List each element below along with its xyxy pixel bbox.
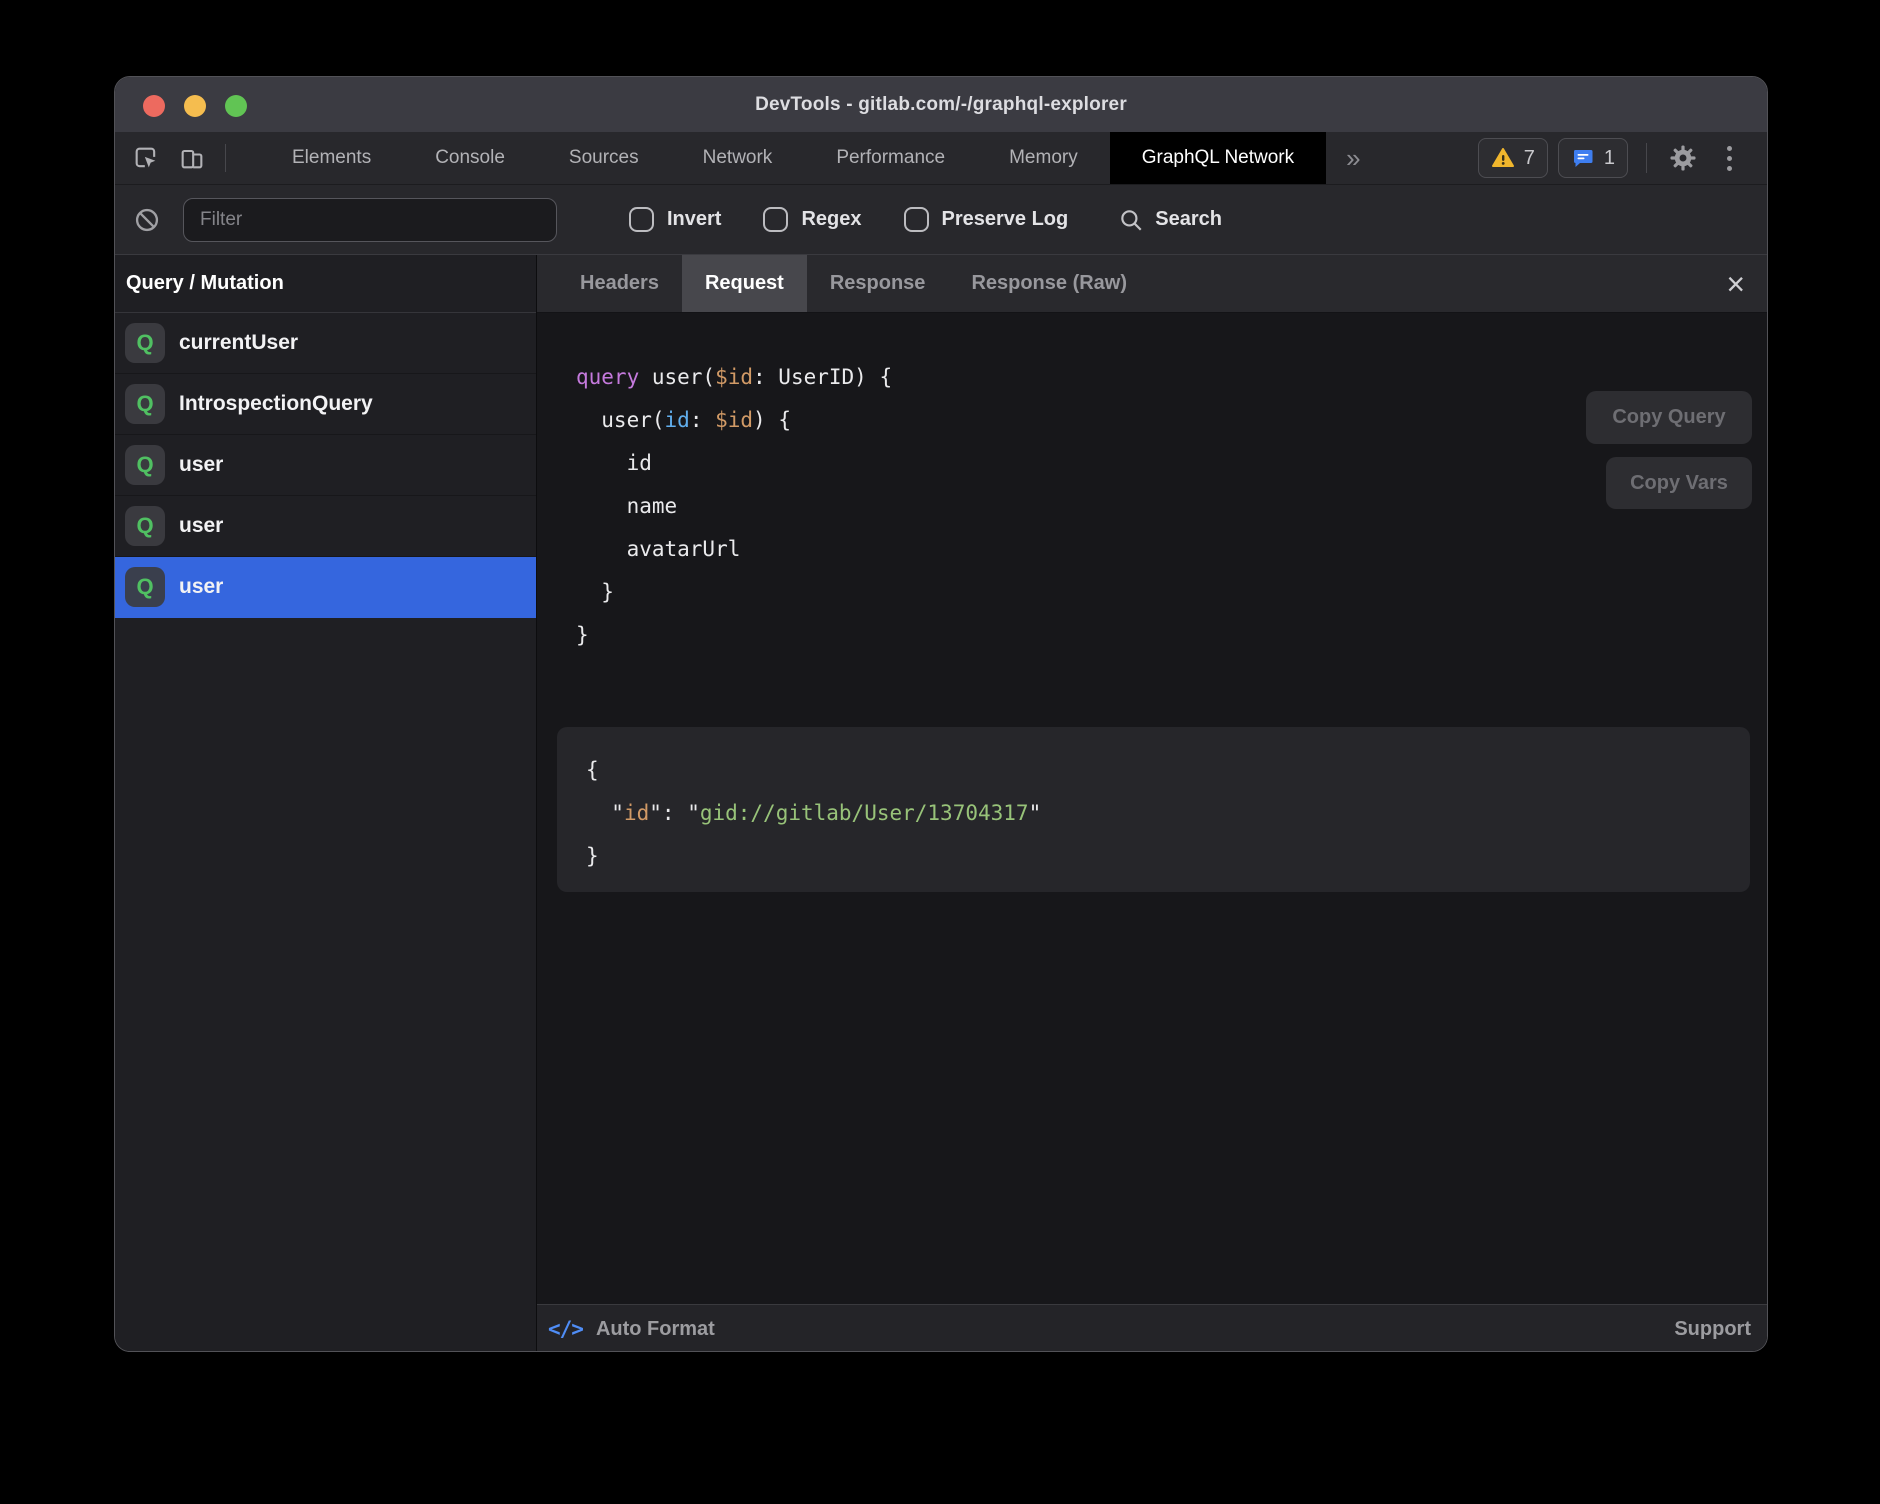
- checkbox-label: Regex: [801, 208, 861, 231]
- devtools-tabs: ElementsConsoleSourcesNetworkPerformance…: [260, 132, 1326, 184]
- preserve-log-checkbox[interactable]: [904, 207, 929, 232]
- filter-input[interactable]: [183, 198, 557, 242]
- checkbox-group-preserve-log[interactable]: Preserve Log: [904, 207, 1069, 232]
- query-code-line: avatarUrl: [576, 528, 1767, 571]
- detail-tab-bar: HeadersRequestResponseResponse (Raw) ×: [537, 255, 1767, 313]
- toolbar-right-group: 7 1: [1478, 138, 1747, 178]
- variables-code-line: "id": "gid://gitlab/User/13704317": [586, 792, 1750, 835]
- sidebar-header: Query / Mutation: [115, 255, 536, 313]
- inspect-element-icon[interactable]: [131, 143, 161, 173]
- query-code-line: id: [576, 442, 1767, 485]
- query-code-line: }: [576, 571, 1767, 614]
- copy-query-button[interactable]: Copy Query: [1586, 391, 1752, 444]
- query-code-line: }: [576, 614, 1767, 657]
- list-item-currentUser[interactable]: QcurrentUser: [115, 313, 536, 374]
- detail-tabs: HeadersRequestResponseResponse (Raw): [557, 255, 1150, 312]
- main-content: Query / Mutation QcurrentUserQIntrospect…: [115, 255, 1767, 1352]
- detail-tab-response-raw[interactable]: Response (Raw): [948, 255, 1150, 312]
- query-name: IntrospectionQuery: [179, 392, 373, 416]
- panel-footer: </> Auto Format Support: [537, 1304, 1767, 1352]
- invert-checkbox[interactable]: [629, 207, 654, 232]
- checkbox-group-invert[interactable]: Invert: [629, 207, 721, 232]
- tab-sources[interactable]: Sources: [537, 132, 671, 184]
- toolbar-divider: [225, 144, 226, 172]
- search-icon: [1118, 207, 1144, 233]
- list-item-IntrospectionQuery[interactable]: Q IntrospectionQuery: [115, 374, 536, 435]
- query-list: QcurrentUserQIntrospectionQueryQuserQuse…: [115, 313, 536, 618]
- list-item-user[interactable]: Quser: [115, 557, 536, 618]
- variables-box: { "id": "gid://gitlab/User/13704317"}: [557, 727, 1750, 892]
- query-type-badge: Q: [125, 506, 165, 546]
- title-bar: DevTools - gitlab.com/-/graphql-explorer: [115, 77, 1767, 132]
- minimize-window-button[interactable]: [184, 95, 206, 117]
- graphql-query-code: query user($id: UserID) { user(id: $id) …: [537, 313, 1767, 657]
- traffic-lights: [143, 95, 247, 117]
- devtools-tab-bar: ElementsConsoleSourcesNetworkPerformance…: [115, 132, 1767, 185]
- kebab-menu-icon[interactable]: [1711, 140, 1747, 176]
- device-toolbar-icon[interactable]: [177, 143, 207, 173]
- tab-memory[interactable]: Memory: [977, 132, 1110, 184]
- query-type-badge: Q: [125, 323, 165, 363]
- regex-checkbox[interactable]: [763, 207, 788, 232]
- warnings-badge-button[interactable]: 7: [1478, 138, 1548, 178]
- list-item-user[interactable]: Quser: [115, 435, 536, 496]
- warning-count: 7: [1524, 147, 1535, 170]
- tab-console[interactable]: Console: [403, 132, 537, 184]
- close-window-button[interactable]: [143, 95, 165, 117]
- filter-checkboxes: Invert Regex Preserve Log: [557, 207, 1068, 232]
- auto-format-button[interactable]: Auto Format: [596, 1318, 715, 1341]
- copy-vars-button[interactable]: Copy Vars: [1606, 457, 1752, 509]
- variables-code-line: {: [586, 749, 1750, 792]
- tab-elements[interactable]: Elements: [260, 132, 403, 184]
- query-name: user: [179, 453, 223, 477]
- checkbox-label: Preserve Log: [942, 208, 1069, 231]
- query-name: user: [179, 575, 223, 599]
- toolbar-divider: [1646, 143, 1647, 173]
- settings-gear-icon[interactable]: [1665, 140, 1701, 176]
- tab-graphql-network[interactable]: GraphQL Network: [1110, 132, 1326, 184]
- detail-panel: HeadersRequestResponseResponse (Raw) × q…: [537, 255, 1767, 1352]
- tab-network[interactable]: Network: [671, 132, 805, 184]
- query-type-badge: Q: [125, 445, 165, 485]
- checkbox-label: Invert: [667, 208, 721, 231]
- query-name: user: [179, 514, 223, 538]
- more-tabs-button[interactable]: »: [1326, 132, 1380, 184]
- issues-count: 1: [1604, 147, 1615, 170]
- warning-icon: [1491, 146, 1515, 170]
- clear-filter-icon[interactable]: [133, 206, 161, 234]
- list-item-user[interactable]: Quser: [115, 496, 536, 557]
- detail-tab-response[interactable]: Response: [807, 255, 949, 312]
- issues-badge-button[interactable]: 1: [1558, 138, 1628, 178]
- search-label: Search: [1155, 208, 1222, 231]
- detail-tab-headers[interactable]: Headers: [557, 255, 682, 312]
- message-icon: [1571, 146, 1595, 170]
- search-control[interactable]: Search: [1118, 207, 1222, 233]
- query-list-sidebar: Query / Mutation QcurrentUserQIntrospect…: [115, 255, 537, 1352]
- window-title: DevTools - gitlab.com/-/graphql-explorer: [755, 94, 1127, 116]
- query-type-badge: Q: [125, 384, 165, 424]
- tab-performance[interactable]: Performance: [804, 132, 977, 184]
- close-panel-icon[interactable]: ×: [1726, 268, 1745, 300]
- zoom-window-button[interactable]: [225, 95, 247, 117]
- support-link[interactable]: Support: [1674, 1318, 1751, 1341]
- code-brackets-icon: </>: [548, 1317, 583, 1341]
- checkbox-group-regex[interactable]: Regex: [763, 207, 861, 232]
- variables-code-line: }: [586, 835, 1750, 878]
- query-type-badge: Q: [125, 567, 165, 607]
- request-body: query user($id: UserID) { user(id: $id) …: [537, 313, 1767, 1304]
- detail-tab-request[interactable]: Request: [682, 255, 807, 312]
- query-name: currentUser: [179, 331, 298, 355]
- query-code-line: name: [576, 485, 1767, 528]
- devtools-window: DevTools - gitlab.com/-/graphql-explorer…: [114, 76, 1768, 1352]
- filter-bar: Invert Regex Preserve Log Search: [115, 185, 1767, 255]
